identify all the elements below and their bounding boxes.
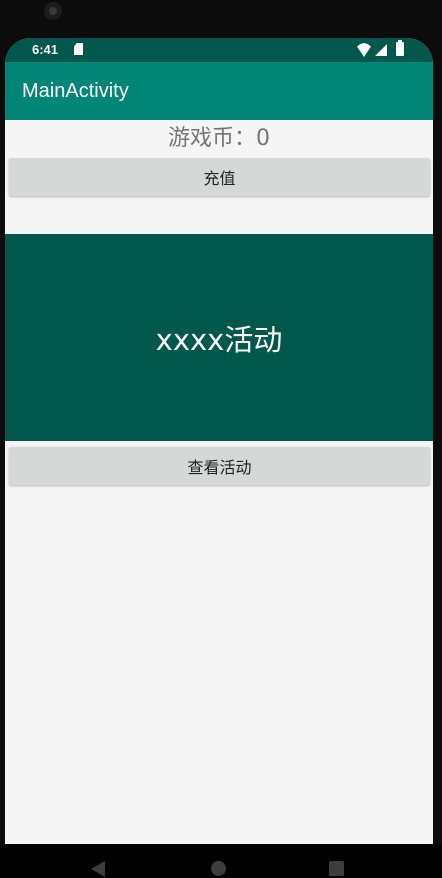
phone-screen: 6:41 MainActivity 游戏币：0 充值 xxxx活动 查看活动 [5,38,433,844]
battery-icon [396,40,404,56]
app-title: MainActivity [22,79,129,102]
recents-icon[interactable] [329,861,344,876]
main-content: 游戏币：0 充值 xxxx活动 查看活动 [5,120,433,485]
signal-icon [375,44,387,56]
sd-card-icon [74,43,83,55]
app-bar: MainActivity [5,62,433,120]
view-activity-button[interactable]: 查看活动 [9,447,430,485]
navigation-bar [0,844,442,878]
game-coins-label: 游戏币：0 [168,126,270,151]
front-camera [44,2,62,20]
home-icon[interactable] [211,861,226,876]
status-time: 6:41 [32,42,59,57]
wifi-icon [357,43,371,57]
status-bar: 6:41 [5,38,433,62]
back-icon[interactable] [91,861,105,877]
activity-banner[interactable]: xxxx活动 [5,234,433,441]
recharge-button[interactable]: 充值 [9,158,430,196]
